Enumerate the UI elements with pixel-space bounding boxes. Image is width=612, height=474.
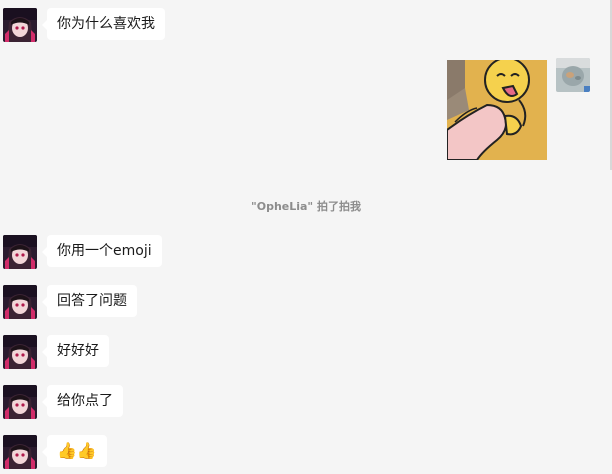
anime-girl-avatar-icon[interactable] — [3, 385, 37, 419]
message-bubble[interactable]: 好好好 — [42, 335, 109, 367]
cat-photo-avatar-icon[interactable] — [556, 58, 590, 92]
sticker-image[interactable] — [447, 60, 547, 160]
chat-window: 你为什么喜欢我 "OpheLia" 拍了拍我 你用一个emoji 回答了问题 好… — [0, 0, 612, 474]
message-bubble[interactable]: 你为什么喜欢我 — [42, 8, 165, 40]
anime-girl-avatar-icon[interactable] — [3, 335, 37, 369]
anime-girl-avatar-icon[interactable] — [3, 235, 37, 269]
message-bubble[interactable]: 你用一个emoji — [42, 235, 162, 267]
system-notice[interactable]: "OpheLia" 拍了拍我 — [0, 198, 612, 214]
anime-girl-avatar-icon[interactable] — [3, 285, 37, 319]
anime-girl-avatar-icon[interactable] — [3, 435, 37, 469]
anime-girl-avatar-icon[interactable] — [3, 8, 37, 42]
message-bubble[interactable]: 回答了问题 — [42, 285, 137, 317]
thumbs-up-icon[interactable]: 👍👍 — [42, 435, 107, 467]
message-bubble[interactable]: 给你点了 — [42, 385, 123, 417]
